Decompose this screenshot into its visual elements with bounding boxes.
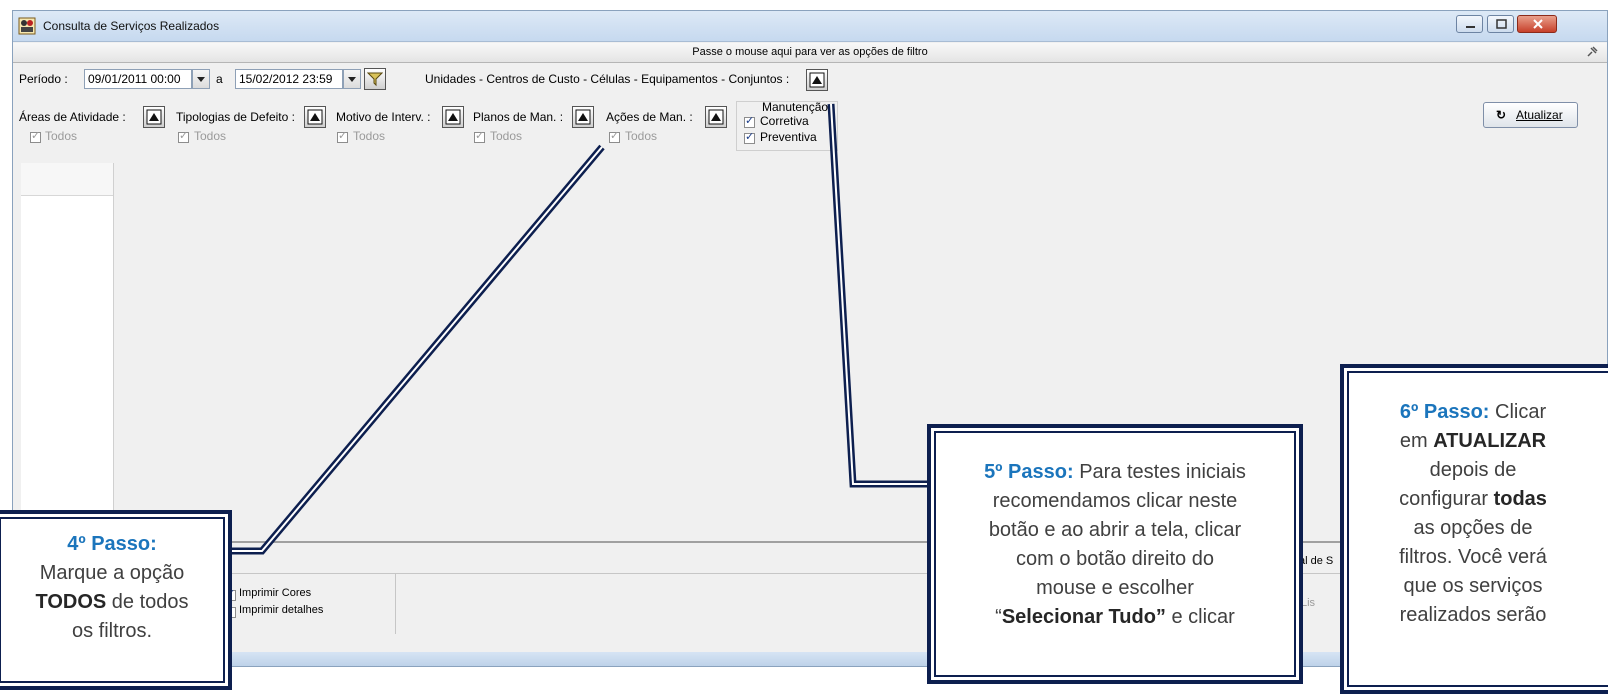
maximize-button[interactable] [1487, 15, 1514, 33]
print-options: Imprimir Cores Imprimir detalhes [225, 587, 395, 627]
acoes-label: Ações de Man. : [606, 110, 693, 124]
step5-t5: mouse e escolher [1036, 577, 1194, 599]
list-button-partial[interactable]: Lis [1301, 597, 1315, 609]
period-to-field[interactable]: 15/02/2012 23:59 [235, 69, 343, 89]
step5-t6-pre: “ [995, 606, 1002, 628]
areas-todos-checkbox[interactable] [30, 129, 41, 143]
selector-icon [575, 109, 591, 125]
minimize-button[interactable] [1456, 15, 1483, 33]
step6-t2-bold: ATUALIZAR [1433, 430, 1547, 452]
period-to-dropdown[interactable] [343, 69, 361, 89]
period-to-label: a [216, 72, 223, 86]
print-colors-label: Imprimir Cores [239, 587, 312, 599]
close-button[interactable] [1517, 15, 1557, 33]
restore-icon [1496, 19, 1507, 29]
clear-filter-button[interactable] [364, 68, 386, 90]
corretiva-label: Corretiva [760, 114, 809, 128]
callout-step4: 4º Passo: Marque a opção TODOS de todos … [0, 510, 232, 690]
step5-title: 5º Passo: [984, 461, 1074, 483]
step6-t1: Clicar [1489, 401, 1547, 423]
planos-select-button[interactable] [572, 106, 594, 128]
step5-t6-bold: Selecionar Tudo” [1001, 606, 1166, 628]
pin-icon[interactable] [1585, 45, 1599, 59]
preventiva-label: Preventiva [760, 130, 817, 144]
filter-hint: Passe o mouse aqui para ver as opções de… [692, 46, 928, 58]
step6-t4-pre: configurar [1399, 488, 1494, 510]
motivo-label: Motivo de Interv. : [336, 110, 431, 124]
manutencao-label: Manutenção [762, 100, 829, 114]
selector-icon [708, 109, 724, 125]
funnel-icon [367, 72, 383, 87]
grid-header-cell [21, 163, 113, 196]
step6-t8: realizados serão [1399, 604, 1547, 626]
step4-title: 4º Passo: [67, 533, 157, 555]
acoes-todos-label: Todos [625, 129, 658, 143]
planos-todos-label: Todos [490, 129, 523, 143]
tipologias-todos-label: Todos [194, 129, 227, 143]
total-label-partial: al de S [1299, 555, 1334, 567]
step4-line3: os filtros. [71, 620, 153, 642]
period-from-field[interactable]: 09/01/2011 00:00 [84, 69, 192, 89]
close-icon [1533, 19, 1543, 29]
step6-t6: filtros. Você verá [1399, 546, 1547, 568]
update-button-label: Atualizar [1516, 108, 1563, 122]
app-icon [18, 17, 36, 35]
planos-todos-checkbox[interactable] [474, 129, 485, 143]
title-bar: Consulta de Serviços Realizados [13, 11, 1607, 42]
selector-icon [307, 109, 323, 125]
refresh-icon: ↻ [1496, 108, 1507, 122]
selector-icon [445, 109, 461, 125]
filter-options-bar[interactable]: Passe o mouse aqui para ver as opções de… [13, 43, 1607, 63]
motivo-todos-checkbox[interactable] [337, 129, 348, 143]
step6-title: 6º Passo: [1399, 401, 1490, 423]
acoes-todos-checkbox[interactable] [609, 129, 620, 143]
tipologias-todos-checkbox[interactable] [178, 129, 189, 143]
step5-t2: recomendamos clicar neste [992, 490, 1238, 512]
step5-t3: botão e ao abrir a tela, clicar [988, 519, 1242, 541]
step4-line2: de todos [106, 591, 189, 613]
manutencao-group: Manutenção Corretiva Preventiva [736, 100, 838, 151]
step6-t2-pre: em [1399, 430, 1434, 452]
units-select-button[interactable] [806, 69, 828, 91]
preventiva-checkbox[interactable] [744, 130, 755, 144]
tipologias-select-button[interactable] [304, 106, 326, 128]
units-label: Unidades - Centros de Custo - Células - … [425, 72, 790, 86]
window-title: Consulta de Serviços Realizados [43, 19, 220, 33]
period-from-dropdown[interactable] [192, 69, 210, 89]
selector-icon [146, 109, 162, 125]
areas-label: Áreas de Atividade : [19, 110, 126, 124]
step4-line1: Marque a opção [39, 562, 185, 584]
step5-t1: Para testes iniciais [1073, 461, 1246, 483]
bottom-separator [395, 574, 396, 634]
step6-t7: que os serviços [1403, 575, 1543, 597]
step5-t4: com o botão direito do [1016, 548, 1214, 570]
period-label: Período : [19, 72, 68, 86]
step5-t6-post: e clicar [1165, 606, 1235, 628]
step6-t5: as opções de [1413, 517, 1533, 539]
step6-t4-bold: todas [1493, 488, 1547, 510]
step6-t3: depois de [1429, 459, 1517, 481]
print-details-label: Imprimir detalhes [239, 604, 324, 616]
minimize-icon [1466, 26, 1475, 28]
callout-step6: 6º Passo: Clicar em ATUALIZAR depois de … [1340, 364, 1608, 694]
selector-icon [809, 72, 825, 88]
areas-todos-label: Todos [45, 129, 78, 143]
motivo-select-button[interactable] [442, 106, 464, 128]
callout-step5: 5º Passo: Para testes iniciais recomenda… [927, 424, 1303, 684]
tipologias-label: Tipologias de Defeito : [176, 110, 295, 124]
planos-label: Planos de Man. : [473, 110, 564, 124]
areas-select-button[interactable] [143, 106, 165, 128]
update-button[interactable]: ↻ Atualizar [1483, 102, 1578, 128]
acoes-select-button[interactable] [705, 106, 727, 128]
corretiva-checkbox[interactable] [744, 114, 755, 128]
step4-bold: TODOS [35, 591, 107, 613]
motivo-todos-label: Todos [353, 129, 386, 143]
